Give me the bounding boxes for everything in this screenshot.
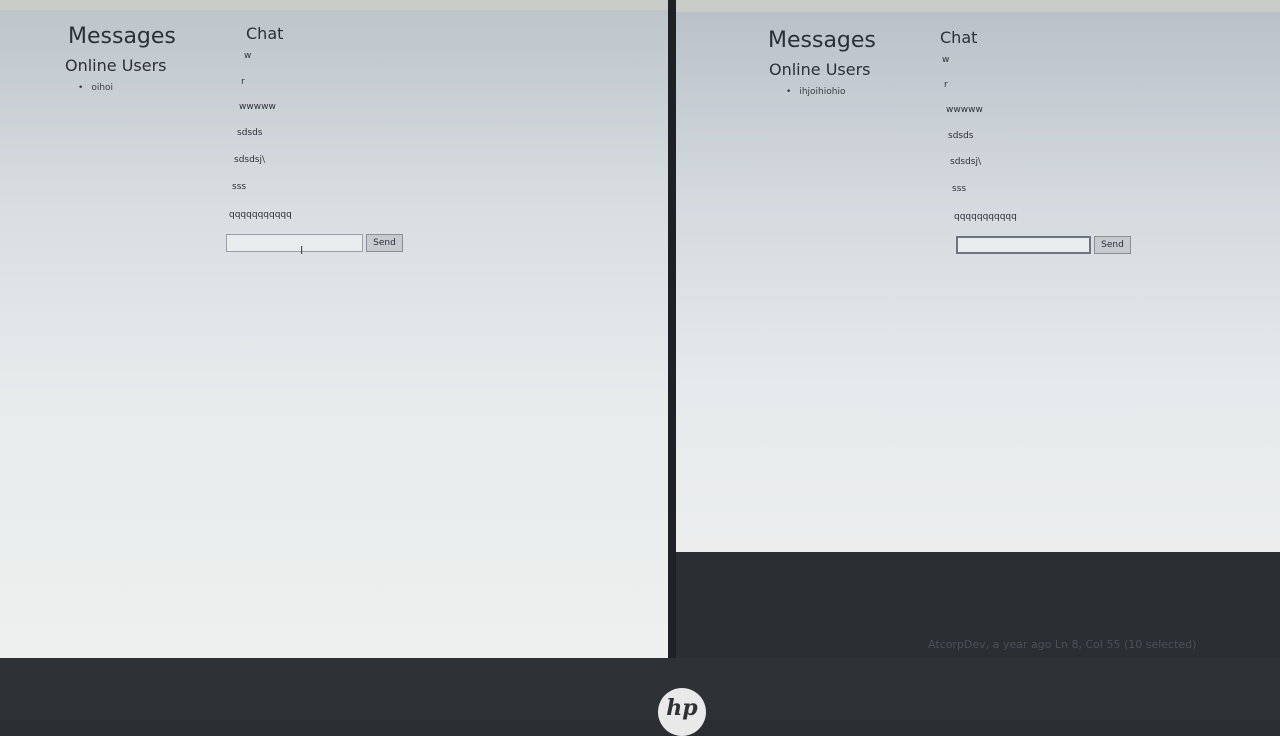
message-input[interactable] <box>956 236 1091 254</box>
page-title: Messages <box>768 28 876 53</box>
chat-message: w <box>942 55 950 65</box>
editor-status-bar: AtcorpDev, a year ago Ln 8, Col 55 (10 s… <box>928 638 1197 651</box>
hp-logo-icon: hp <box>658 688 706 736</box>
right-monitor-screen: Messages Online Users ihjoihiohio Chat w… <box>676 0 1280 552</box>
send-button[interactable]: Send <box>366 234 403 252</box>
send-button[interactable]: Send <box>1094 236 1131 254</box>
chat-message: sdsdsj\ <box>234 155 266 165</box>
chat-message: r <box>944 80 948 90</box>
monitor-bezel <box>0 658 1280 720</box>
message-input[interactable] <box>226 234 363 252</box>
online-users-heading: Online Users <box>65 56 167 75</box>
chat-message: wwwww <box>946 105 983 115</box>
chat-message: sdsds <box>237 128 263 138</box>
online-user-item: ihjoihiohio <box>786 87 845 97</box>
chat-heading: Chat <box>246 24 284 43</box>
chat-message: sss <box>232 182 247 192</box>
browser-top-strip <box>676 0 1280 12</box>
chat-message: w <box>244 51 252 61</box>
text-cursor-icon: I <box>300 244 304 257</box>
chat-message: qqqqqqqqqqq <box>954 212 1017 222</box>
monitor-divider <box>668 0 676 662</box>
online-users-heading: Online Users <box>769 60 871 79</box>
online-user-item: oihoi <box>78 83 113 93</box>
left-monitor-screen: Messages Online Users oihoi Chat w r www… <box>0 0 670 658</box>
browser-top-strip <box>0 0 670 10</box>
chat-heading: Chat <box>940 28 978 47</box>
chat-message: r <box>241 77 245 87</box>
chat-message: sss <box>952 184 967 194</box>
chat-message: wwwww <box>239 102 276 112</box>
page-title: Messages <box>68 24 176 49</box>
chat-message: sdsdsj\ <box>950 157 982 167</box>
chat-message: sdsds <box>948 131 974 141</box>
chat-message: qqqqqqqqqqq <box>229 210 292 220</box>
